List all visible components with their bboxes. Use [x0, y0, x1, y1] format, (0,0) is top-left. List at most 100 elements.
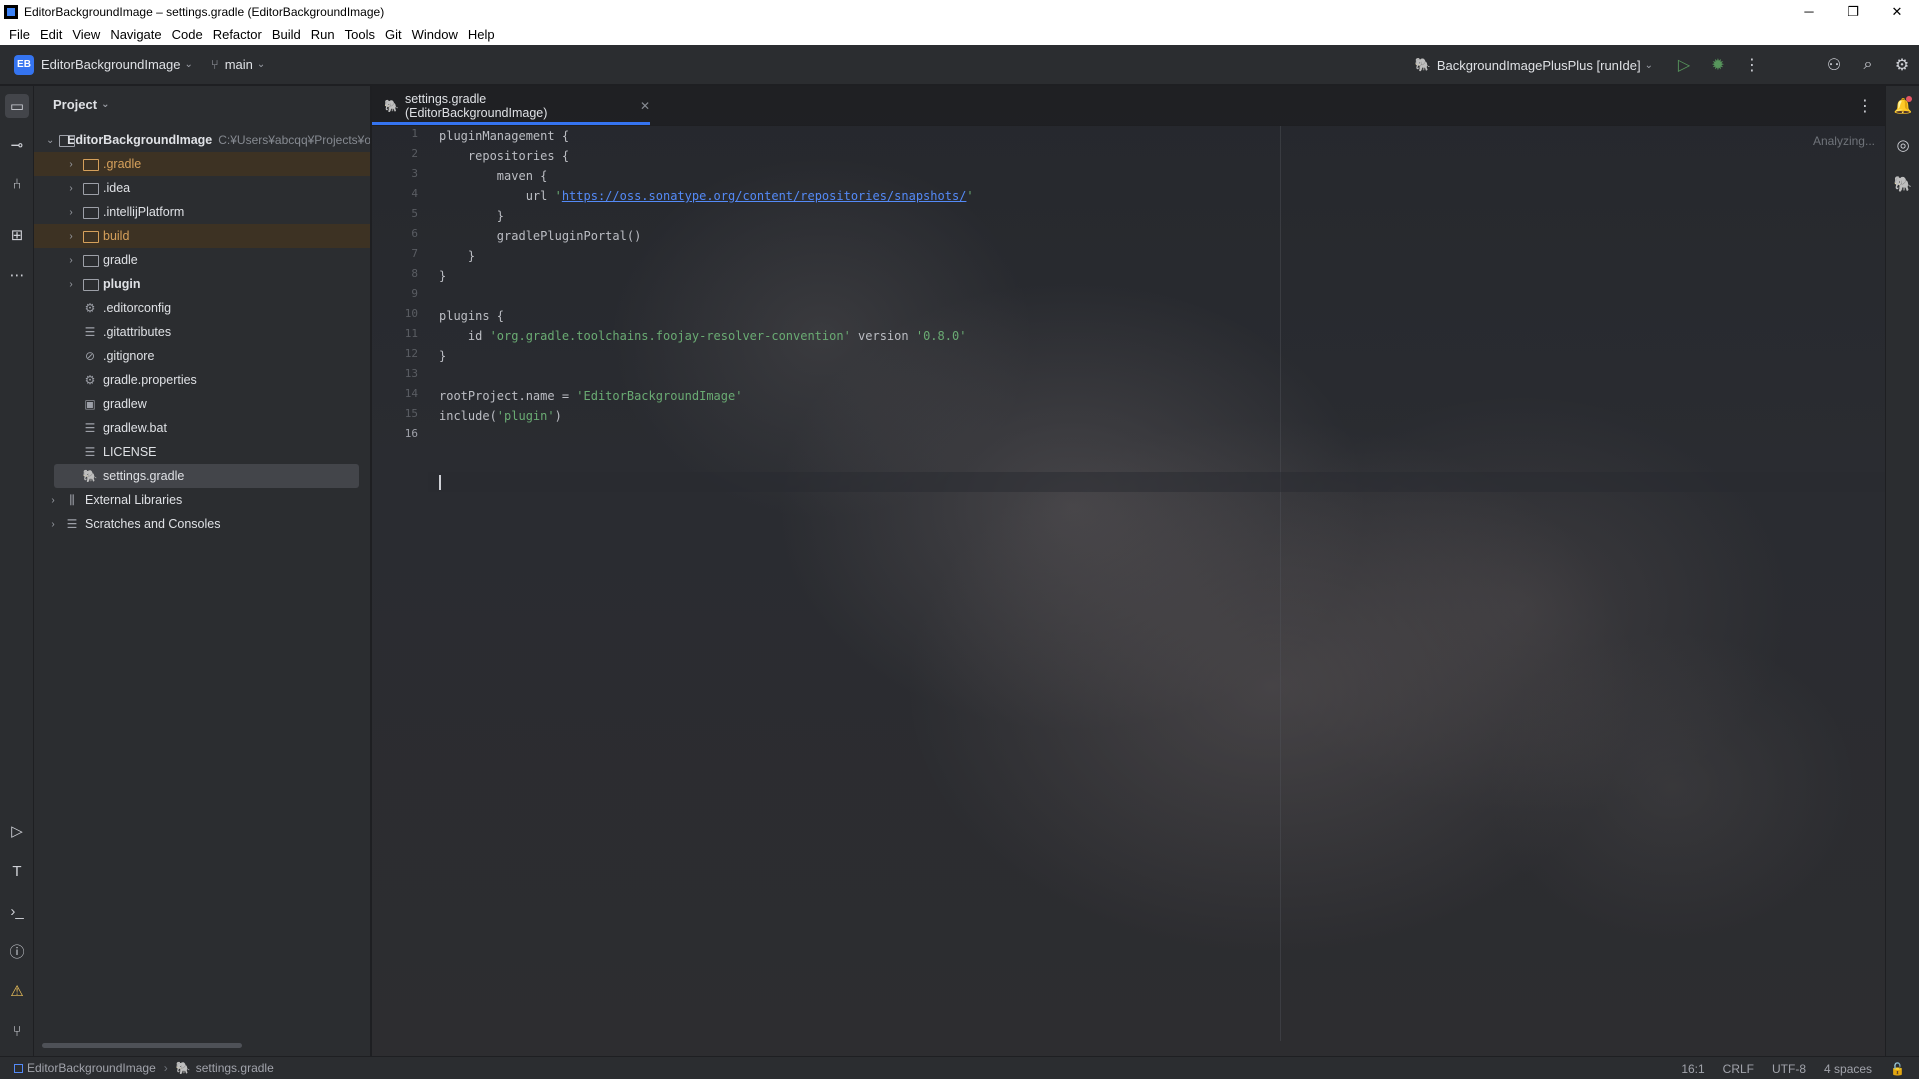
tree-item-intellij-platform[interactable]: › .intellijPlatform	[34, 200, 370, 224]
module-folder-icon	[58, 133, 75, 147]
structure-icon[interactable]: ⊞	[5, 223, 29, 247]
collapsed-arrow-icon[interactable]: ›	[64, 183, 78, 194]
warning-icon[interactable]: ⚠	[5, 979, 29, 1003]
tree-item-idea[interactable]: › .idea	[34, 176, 370, 200]
read-only-lock-icon[interactable]: 🔓	[1890, 1062, 1905, 1076]
project-badge[interactable]: EB	[14, 54, 34, 75]
code-text: }	[439, 349, 447, 363]
string-literal: 'org.gradle.toolchains.foojay-resolver-c…	[489, 329, 851, 343]
library-icon: ⫼	[69, 492, 75, 507]
maven-url-link[interactable]: https://oss.sonatype.org/content/reposit…	[562, 189, 967, 203]
tab-options-icon[interactable]: ⋮	[1857, 96, 1873, 116]
project-tool-window: Project ⌄ ⌄ EditorBackgroundImage C:¥Use…	[34, 86, 371, 1056]
code-line: }	[439, 346, 446, 366]
project-folder-icon[interactable]: ▭	[5, 94, 29, 118]
intellij-logo-icon	[4, 4, 18, 19]
build-hammer-icon[interactable]: T	[5, 859, 29, 883]
ai-assistant-icon[interactable]: ◎	[1891, 133, 1915, 157]
code-text: version	[850, 329, 916, 343]
project-switcher[interactable]: EditorBackgroundImage	[41, 57, 180, 72]
collapsed-arrow-icon[interactable]: ›	[64, 255, 78, 266]
menu-view[interactable]: View	[67, 27, 105, 42]
close-tab-icon[interactable]: ✕	[640, 99, 650, 113]
line-number: 14	[404, 387, 418, 400]
tree-item-gradle[interactable]: › gradle	[34, 248, 370, 272]
tree-item-gradle-properties[interactable]: ⚙ gradle.properties	[34, 368, 370, 392]
notifications-bell-icon[interactable]: 🔔	[1891, 94, 1915, 118]
problems-icon[interactable]: ⓘ	[5, 939, 29, 963]
breadcrumb-file[interactable]: settings.gradle	[196, 1061, 274, 1075]
tree-root[interactable]: ⌄ EditorBackgroundImage C:¥Users¥abcqq¥P…	[34, 128, 371, 152]
run-tool-icon[interactable]: ▷	[5, 819, 29, 843]
tree-item-plugin[interactable]: › plugin	[34, 272, 370, 296]
debug-icon[interactable]: ✹	[1701, 45, 1735, 85]
menu-run[interactable]: Run	[306, 27, 340, 42]
line-number-gutter: 1 2 3 4 5 6 7 8 9 10 11 12 13 14 15 16	[372, 126, 428, 1056]
editor-area: 🐘 settings.gradle (EditorBackgroundImage…	[372, 86, 1885, 1056]
tree-item-gradle-cache[interactable]: › .gradle	[34, 152, 370, 176]
line-separator[interactable]: CRLF	[1723, 1062, 1754, 1076]
menu-git[interactable]: Git	[380, 27, 407, 42]
menu-help[interactable]: Help	[463, 27, 500, 42]
tree-item-gitattributes[interactable]: ☰ .gitattributes	[34, 320, 370, 344]
tree-item-scratches[interactable]: › ☰ Scratches and Consoles	[34, 512, 370, 536]
tree-item-build[interactable]: › build	[34, 224, 370, 248]
tree-item-gradlew[interactable]: ▣ gradlew	[34, 392, 370, 416]
analysis-status: Analyzing...	[1812, 134, 1875, 148]
breadcrumb-project[interactable]: EditorBackgroundImage	[27, 1061, 156, 1075]
code-line: include('plugin')	[439, 406, 562, 426]
right-tool-stripe: 🔔 ◎ 🐘	[1885, 86, 1919, 1056]
menu-tools[interactable]: Tools	[340, 27, 380, 42]
branch-switcher[interactable]: ⑂ main ⌄	[211, 57, 265, 72]
settings-gear-icon[interactable]: ⚙	[1885, 45, 1919, 85]
search-icon[interactable]: ⌕	[1851, 45, 1885, 85]
commit-icon[interactable]: ⊸	[5, 133, 29, 157]
gradle-tool-icon[interactable]: 🐘	[1891, 172, 1915, 196]
menu-edit[interactable]: Edit	[35, 27, 67, 42]
tree-item-license[interactable]: ☰ LICENSE	[34, 440, 370, 464]
tree-item-settings-gradle[interactable]: 🐘 settings.gradle	[54, 464, 359, 488]
line-number: 6	[411, 227, 418, 240]
code-line: repositories {	[439, 146, 569, 166]
add-user-icon[interactable]: ⚇	[1817, 45, 1851, 85]
collapsed-arrow-icon[interactable]: ›	[64, 207, 78, 218]
caret-position[interactable]: 16:1	[1681, 1062, 1704, 1076]
project-view-selector[interactable]: Project ⌄	[34, 86, 370, 122]
collapsed-arrow-icon[interactable]: ›	[64, 279, 78, 290]
minimize-button[interactable]: ─	[1787, 0, 1831, 23]
git-icon[interactable]: ⑂	[5, 1019, 29, 1043]
tree-item-editorconfig[interactable]: ⚙ .editorconfig	[34, 296, 370, 320]
line-number: 4	[411, 187, 418, 200]
collapsed-arrow-icon[interactable]: ›	[64, 159, 78, 170]
menu-file[interactable]: File	[4, 27, 35, 42]
more-tools-icon[interactable]: ⋯	[5, 263, 29, 287]
pull-requests-icon[interactable]: ⑃	[5, 172, 29, 196]
collapsed-arrow-icon[interactable]: ›	[64, 231, 78, 242]
current-line-highlight	[428, 472, 1885, 492]
code-text: pluginManagement {	[439, 129, 570, 143]
line-number: 13	[404, 367, 418, 380]
tree-item-external-libraries[interactable]: › ⫼ External Libraries	[34, 488, 370, 512]
run-configuration-selector[interactable]: 🐘 BackgroundImagePlusPlus [runIde] ⌄	[1415, 57, 1653, 73]
tree-item-gradlew-bat[interactable]: ☰ gradlew.bat	[34, 416, 370, 440]
indent-setting[interactable]: 4 spaces	[1824, 1062, 1872, 1076]
menu-code[interactable]: Code	[167, 27, 208, 42]
collapsed-arrow-icon[interactable]: ›	[46, 495, 60, 506]
expanded-arrow-icon[interactable]: ⌄	[46, 135, 54, 146]
close-window-button[interactable]: ✕	[1875, 0, 1919, 23]
menu-window[interactable]: Window	[407, 27, 463, 42]
run-icon[interactable]: ▷	[1667, 45, 1701, 85]
editor-tab-settings-gradle[interactable]: 🐘 settings.gradle (EditorBackgroundImage…	[372, 86, 650, 126]
menu-build[interactable]: Build	[267, 27, 306, 42]
horizontal-scrollbar[interactable]	[42, 1043, 242, 1048]
terminal-icon[interactable]: ›_	[5, 899, 29, 923]
tree-item-gitignore[interactable]: ⊘ .gitignore	[34, 344, 370, 368]
more-actions-icon[interactable]: ⋮	[1735, 45, 1769, 85]
title-bar: EditorBackgroundImage – settings.gradle …	[0, 0, 1919, 23]
tree-root-path: C:¥Users¥abcqq¥Projects¥o	[218, 133, 371, 147]
menu-navigate[interactable]: Navigate	[105, 27, 166, 42]
collapsed-arrow-icon[interactable]: ›	[46, 519, 60, 530]
file-encoding[interactable]: UTF-8	[1772, 1062, 1806, 1076]
menu-refactor[interactable]: Refactor	[208, 27, 267, 42]
restore-button[interactable]: ❐	[1831, 0, 1875, 23]
